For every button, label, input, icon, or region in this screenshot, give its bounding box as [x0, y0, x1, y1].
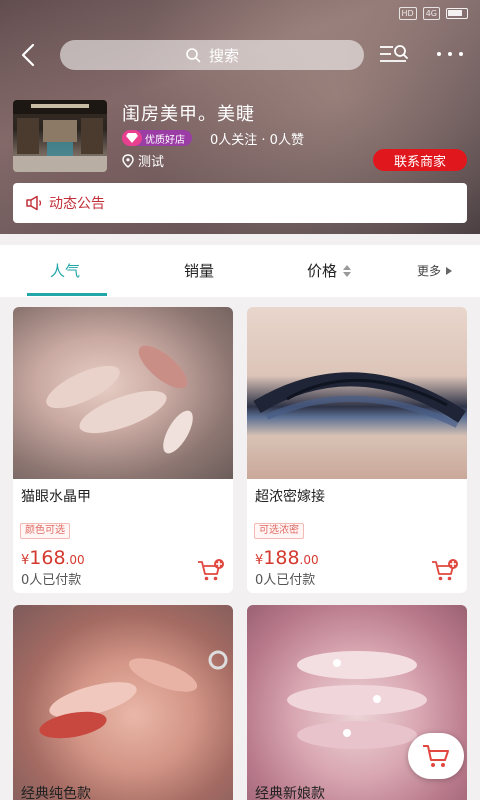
- more-dots-icon: [437, 52, 441, 56]
- product-price: ¥188.00: [255, 547, 319, 569]
- status-icons: HD 4G: [398, 7, 468, 20]
- price-decimal: .00: [299, 553, 319, 567]
- more-options-button[interactable]: [430, 44, 470, 64]
- sort-tabs: 人气 销量 价格 更多: [0, 245, 480, 297]
- location-text: 测试: [138, 155, 165, 170]
- badge-label: 优质好店: [145, 134, 185, 146]
- product-image: [247, 307, 467, 479]
- contact-merchant-button[interactable]: 联系商家: [373, 149, 467, 171]
- add-to-cart-button[interactable]: [197, 559, 225, 583]
- product-title: 经典纯色款: [21, 786, 91, 800]
- paid-count: 0人已付款: [21, 573, 82, 588]
- floating-cart-button[interactable]: [408, 733, 464, 779]
- product-title: 猫眼水晶甲: [21, 489, 91, 505]
- add-to-cart-button[interactable]: [431, 559, 459, 583]
- store-photo[interactable]: [13, 100, 107, 172]
- hd-indicator-icon: HD: [398, 7, 417, 20]
- tab-popular[interactable]: 人气: [50, 260, 80, 281]
- follow-stats: 0人关注 · 0人赞: [210, 133, 304, 148]
- price-integer: 168: [29, 547, 66, 569]
- list-search-icon: [380, 45, 408, 62]
- product-card[interactable]: 超浓密嫁接 可选浓密 ¥188.00 0人已付款: [247, 307, 467, 593]
- megaphone-icon: [26, 195, 42, 211]
- paid-count: 0人已付款: [255, 573, 316, 588]
- cart-add-icon: [432, 559, 458, 581]
- product-card[interactable]: 猫眼水晶甲 颜色可选 ¥168.00 0人已付款: [13, 307, 233, 593]
- caret-right-icon: [446, 266, 453, 275]
- chevron-left-icon: [21, 43, 35, 67]
- product-image: [13, 307, 233, 479]
- search-icon: [186, 48, 201, 63]
- active-tab-indicator: [27, 293, 107, 296]
- tab-more-label: 更多: [417, 264, 442, 278]
- notice-label: 动态公告: [49, 196, 105, 212]
- product-tag: 颜色可选: [20, 523, 70, 539]
- status-bar: HD 4G: [0, 0, 480, 28]
- category-search-button[interactable]: [378, 42, 410, 68]
- product-card[interactable]: 经典纯色款: [13, 605, 233, 800]
- product-price: ¥168.00: [21, 547, 85, 569]
- product-title: 超浓密嫁接: [255, 489, 325, 505]
- tab-price[interactable]: 价格: [307, 260, 352, 281]
- quality-store-badge: 优质好店: [122, 130, 192, 146]
- store-interior-image: [13, 100, 107, 172]
- product-tag: 可选浓密: [254, 523, 304, 539]
- tab-more[interactable]: 更多: [417, 262, 453, 279]
- price-decimal: .00: [65, 553, 85, 567]
- product-image: [13, 605, 233, 800]
- search-placeholder: 搜索: [208, 46, 239, 65]
- sort-arrows-icon: [343, 264, 352, 277]
- battery-icon: [446, 8, 468, 19]
- store-name: 闺房美甲。美睫: [122, 104, 255, 125]
- store-location[interactable]: 测试: [122, 151, 164, 170]
- cart-icon: [423, 745, 449, 767]
- price-integer: 188: [263, 547, 300, 569]
- tab-price-label: 价格: [307, 262, 338, 280]
- back-button[interactable]: [14, 40, 44, 70]
- location-pin-icon: [122, 153, 134, 168]
- store-header: HD 4G 搜索 闺房美甲。美睫 优质好店 0人关注 · 0人赞 测试 联系商家…: [0, 0, 480, 234]
- search-input[interactable]: 搜索: [60, 40, 364, 70]
- more-dots-icon: [448, 52, 452, 56]
- signal-indicator-icon: 4G: [422, 7, 440, 20]
- product-title: 经典新娘款: [255, 786, 325, 800]
- diamond-icon: [122, 130, 142, 146]
- tab-sales[interactable]: 销量: [184, 260, 214, 281]
- cart-add-icon: [198, 559, 224, 581]
- more-dots-icon: [459, 52, 463, 56]
- announcement-bar[interactable]: 动态公告: [13, 183, 467, 223]
